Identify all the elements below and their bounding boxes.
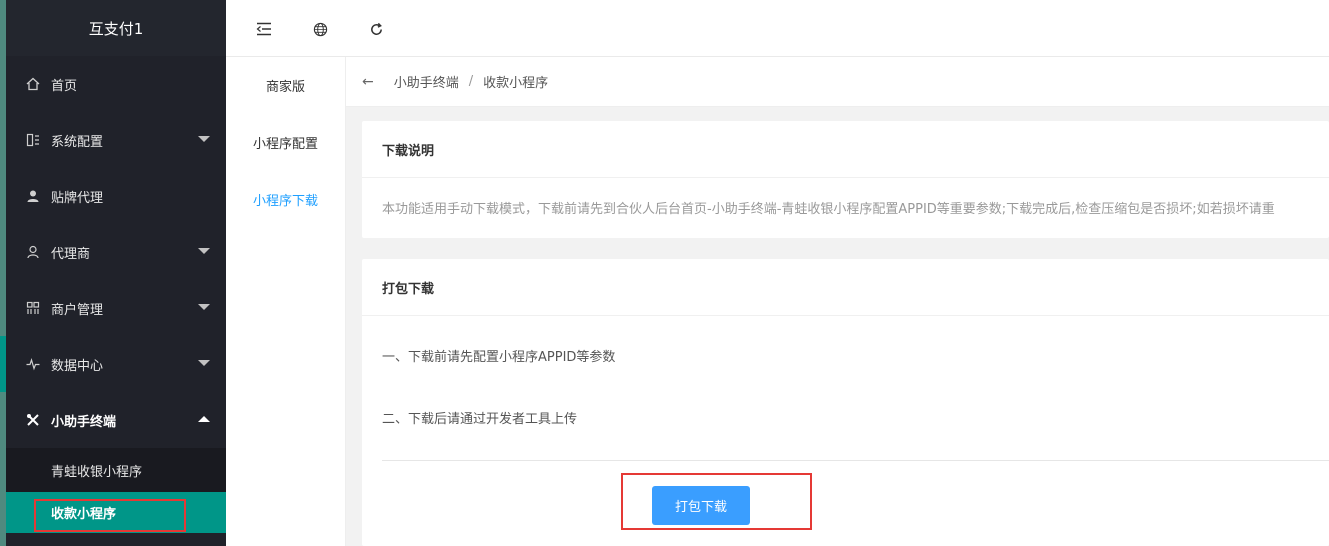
secondary-nav: 商家版 小程序配置 小程序下载 bbox=[226, 57, 346, 546]
chevron-up-icon bbox=[198, 416, 210, 422]
sidebar-subitem-frog-cashier[interactable]: 青蛙收银小程序 bbox=[6, 448, 226, 492]
highlight-box-button bbox=[621, 473, 812, 530]
package-download-card: 打包下载 一、下载前请先配置小程序APPID等参数 二、下载后请通过开发者工具上… bbox=[362, 259, 1329, 546]
divider bbox=[382, 460, 1329, 461]
chevron-down-icon bbox=[198, 248, 210, 254]
refresh-icon[interactable] bbox=[367, 20, 385, 38]
highlight-box-sidebar bbox=[34, 499, 186, 532]
grid-icon bbox=[26, 301, 40, 315]
card-title: 打包下载 bbox=[362, 259, 1329, 316]
sidebar-item-label: 商户管理 bbox=[51, 302, 104, 318]
breadcrumb-item[interactable]: 小助手终端 bbox=[394, 72, 459, 91]
card-title: 下载说明 bbox=[362, 121, 1329, 178]
sidebar-item-label: 首页 bbox=[51, 78, 78, 94]
download-note-text: 本功能适用手动下载模式，下载前请先到合伙人后台首页-小助手终端-青蛙收银小程序配… bbox=[382, 202, 1275, 217]
sidebar-item-oem-agent[interactable]: 贴牌代理 bbox=[6, 168, 226, 224]
menu-fold-icon[interactable] bbox=[255, 20, 273, 38]
person-icon bbox=[26, 245, 40, 259]
top-header bbox=[226, 0, 1329, 57]
sidebar-item-agents[interactable]: 代理商 bbox=[6, 224, 226, 280]
sidebar-item-data-center[interactable]: 数据中心 bbox=[0, 336, 226, 392]
sidebar-item-assistant-terminal[interactable]: 小助手终端 bbox=[6, 392, 226, 448]
sidebar-item-home[interactable]: 首页 bbox=[6, 56, 226, 112]
user-icon bbox=[26, 189, 40, 203]
chevron-down-icon bbox=[198, 136, 210, 142]
subnav-item-merchant-edition[interactable]: 商家版 bbox=[226, 57, 345, 114]
instruction-step-2: 二、下载后请通过开发者工具上传 bbox=[382, 412, 578, 427]
sidebar: 互支付1 首页 系统配置 贴牌代理 代理商 商户管理 数据中心 小助手终端 青蛙… bbox=[0, 0, 226, 546]
breadcrumb-item-current: 收款小程序 bbox=[483, 76, 549, 91]
back-arrow-icon[interactable]: ← bbox=[362, 74, 374, 90]
chevron-down-icon bbox=[198, 360, 210, 366]
sidebar-item-label: 代理商 bbox=[51, 246, 91, 262]
subnav-item-miniprogram-download[interactable]: 小程序下载 bbox=[226, 171, 345, 228]
sidebar-item-system-config[interactable]: 系统配置 bbox=[6, 112, 226, 168]
home-icon bbox=[26, 77, 40, 91]
app-logo-title[interactable]: 互支付1 bbox=[6, 0, 226, 56]
sidebar-item-label: 系统配置 bbox=[51, 134, 104, 150]
breadcrumb-separator: / bbox=[468, 74, 474, 89]
sidebar-item-label: 数据中心 bbox=[51, 358, 104, 374]
subnav-item-miniprogram-config[interactable]: 小程序配置 bbox=[226, 114, 345, 171]
breadcrumb: ← 小助手终端 / 收款小程序 bbox=[346, 57, 1329, 107]
sidebar-item-merchants[interactable]: 商户管理 bbox=[6, 280, 226, 336]
chevron-down-icon bbox=[198, 304, 210, 310]
instruction-step-1: 一、下载前请先配置小程序APPID等参数 bbox=[382, 350, 616, 365]
download-note-card: 下载说明 本功能适用手动下载模式，下载前请先到合伙人后台首页-小助手终端-青蛙收… bbox=[362, 121, 1329, 238]
globe-icon[interactable] bbox=[311, 20, 329, 38]
sidebar-item-label: 小助手终端 bbox=[51, 414, 117, 430]
pulse-icon bbox=[26, 357, 40, 371]
tools-icon bbox=[26, 413, 40, 427]
sidebar-item-label: 贴牌代理 bbox=[51, 190, 104, 206]
settings-icon bbox=[26, 133, 40, 147]
